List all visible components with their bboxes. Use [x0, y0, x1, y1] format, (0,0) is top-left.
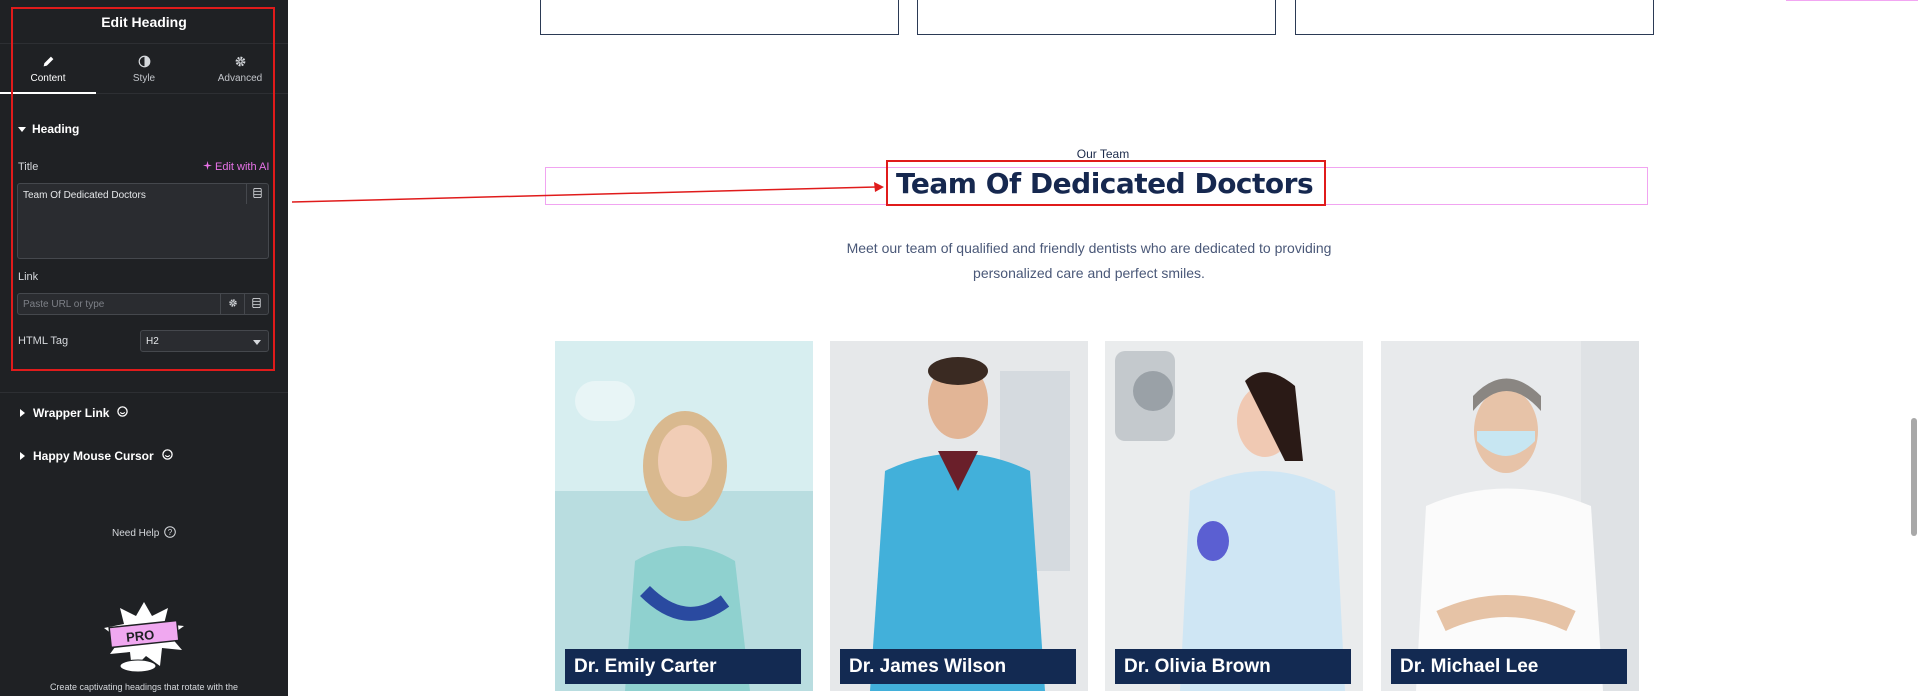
promo-badge-text: PRO: [125, 627, 155, 645]
tab-content[interactable]: Content: [0, 44, 96, 94]
happy-addons-icon: [161, 449, 173, 463]
doctor-card[interactable]: Dr. Emily Carter: [555, 341, 813, 691]
link-dynamic-tags-button[interactable]: [245, 293, 269, 315]
edit-with-ai-label: Edit with AI: [215, 161, 270, 173]
feature-card: [1295, 0, 1654, 35]
happy-addons-icon: [117, 406, 129, 420]
editor-window: Edit Heading Content Style Advanced Head…: [0, 0, 1918, 696]
html-tag-value: H2: [146, 335, 159, 347]
promo-description: Create captivating headings that rotate …: [49, 682, 239, 692]
database-icon: [253, 185, 262, 203]
doctor-card[interactable]: Dr. Olivia Brown: [1105, 341, 1363, 691]
link-label: Link: [18, 271, 39, 283]
database-icon: [252, 295, 261, 313]
tab-content-label: Content: [30, 73, 66, 84]
dynamic-tags-button[interactable]: [246, 184, 268, 204]
doctor-photo: [555, 341, 813, 691]
tab-advanced-label: Advanced: [217, 73, 263, 84]
page-canvas: Our Team Team Of Dedicated Doctors Meet …: [288, 0, 1918, 696]
doctor-card[interactable]: Dr. Michael Lee: [1381, 341, 1639, 691]
wrapper-link-label: Wrapper Link: [33, 406, 110, 420]
doctor-photo: [830, 341, 1088, 691]
tab-style-label: Style: [132, 73, 156, 84]
scrollbar-thumb[interactable]: [1911, 418, 1917, 536]
doctor-photo: [1381, 341, 1639, 691]
doctor-name-label: Dr. James Wilson: [840, 649, 1076, 684]
pencil-icon: [40, 53, 56, 69]
section-toggle-wrapper-link[interactable]: Wrapper Link: [20, 406, 129, 420]
doctor-name-label: Dr. Michael Lee: [1391, 649, 1627, 684]
half-circle-icon: [136, 53, 152, 69]
heading-widget[interactable]: Team Of Dedicated Doctors: [886, 160, 1326, 206]
link-options-button[interactable]: [221, 293, 245, 315]
title-label: Title: [18, 161, 39, 173]
feature-card: [540, 0, 899, 35]
section-toggle-heading[interactable]: Heading: [18, 122, 79, 136]
section-toggle-happy-mouse-cursor[interactable]: Happy Mouse Cursor: [20, 449, 173, 463]
selection-outline: [1786, 0, 1918, 1]
happy-mouse-cursor-label: Happy Mouse Cursor: [33, 449, 154, 463]
svg-text:?: ?: [168, 528, 173, 537]
caret-right-icon: [20, 409, 25, 417]
html-tag-label: HTML Tag: [18, 335, 69, 347]
chevron-down-icon: [253, 340, 261, 345]
section-heading-label: Heading: [32, 122, 80, 136]
section-description: Meet our team of qualified and friendly …: [803, 236, 1375, 286]
doctor-name-label: Dr. Olivia Brown: [1115, 649, 1351, 684]
sparkle-icon: [203, 161, 212, 173]
need-help-link[interactable]: Need Help ?: [112, 526, 177, 541]
feature-card: [917, 0, 1276, 35]
panel-title: Edit Heading: [101, 13, 187, 30]
doctor-card[interactable]: Dr. James Wilson: [830, 341, 1088, 691]
help-circle-icon: ?: [164, 526, 177, 541]
scrollbar-track[interactable]: [1910, 0, 1918, 696]
description-line-1: Meet our team of qualified and friendly …: [846, 240, 1332, 256]
panel-header: Edit Heading: [0, 0, 288, 44]
caret-down-icon: [18, 126, 26, 132]
need-help-label: Need Help: [112, 528, 160, 539]
section-eyebrow: Our Team: [1076, 147, 1130, 161]
html-tag-select[interactable]: H2: [140, 330, 269, 352]
tab-style[interactable]: Style: [96, 44, 192, 93]
edit-with-ai-link[interactable]: Edit with AI: [203, 161, 269, 173]
pro-promo-illustration: PRO: [96, 600, 192, 676]
gear-icon: [228, 295, 238, 313]
panel-tabs: Content Style Advanced: [0, 44, 288, 94]
title-textarea[interactable]: [17, 183, 269, 259]
tab-advanced[interactable]: Advanced: [192, 44, 288, 93]
editor-sidebar: Edit Heading Content Style Advanced Head…: [0, 0, 288, 696]
caret-right-icon: [20, 452, 25, 460]
section-divider: [0, 392, 288, 393]
link-url-input[interactable]: [17, 293, 221, 315]
doctor-name-label: Dr. Emily Carter: [565, 649, 801, 684]
description-line-2: personalized care and perfect smiles.: [973, 265, 1205, 281]
page-title: Team Of Dedicated Doctors: [896, 166, 1314, 200]
doctor-photo: [1105, 341, 1363, 691]
gear-icon: [232, 53, 248, 69]
